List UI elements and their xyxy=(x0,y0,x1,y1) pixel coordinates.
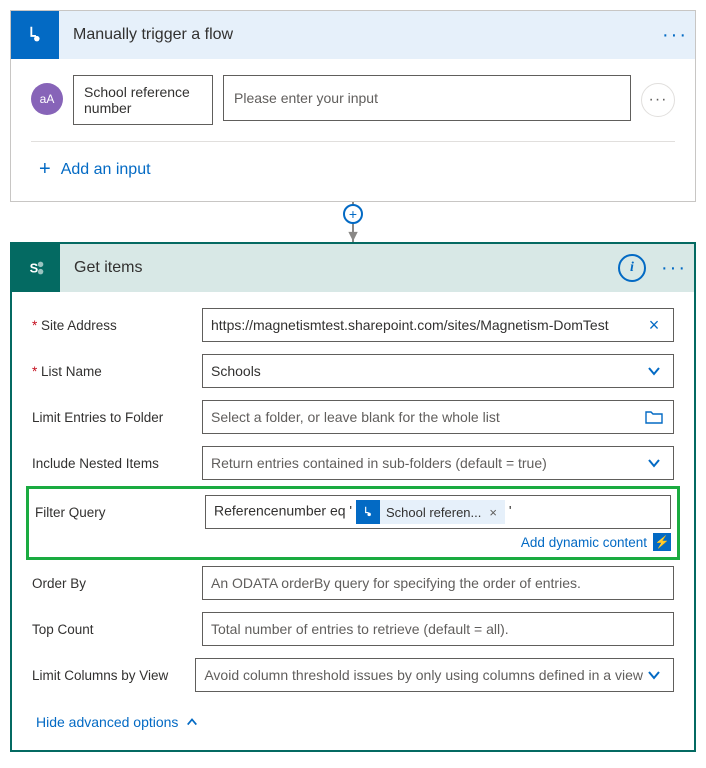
nested-placeholder: Return entries contained in sub-folders … xyxy=(211,455,643,471)
getitems-body: Site Address https://magnetismtest.share… xyxy=(12,292,694,750)
folder-icon[interactable] xyxy=(643,410,665,424)
info-icon[interactable]: i xyxy=(618,254,646,282)
filter-label: Filter Query xyxy=(35,505,205,520)
dynamic-content-icon: ⚡ xyxy=(653,533,671,551)
add-input-label: Add an input xyxy=(61,161,151,179)
list-name-label: List Name xyxy=(32,364,202,379)
trigger-body: aA School reference number Please enter … xyxy=(11,59,695,201)
getitems-header[interactable]: S Get items i ··· xyxy=(12,244,694,292)
topcount-label: Top Count xyxy=(32,622,202,637)
list-name-input[interactable]: Schools xyxy=(202,354,674,388)
nested-label: Include Nested Items xyxy=(32,456,202,471)
trigger-title: Manually trigger a flow xyxy=(59,26,655,44)
filter-input[interactable]: Referencenumber eq ' School referen... ×… xyxy=(205,495,671,529)
plus-icon: + xyxy=(39,158,51,181)
token-trigger-icon xyxy=(356,500,380,524)
limitview-label: Limit Columns by View xyxy=(32,668,195,683)
getitems-card: S Get items i ··· Site Address https://m… xyxy=(10,242,696,752)
topcount-input[interactable]: Total number of entries to retrieve (def… xyxy=(202,612,674,646)
add-step-button[interactable]: + xyxy=(343,204,363,224)
orderby-input[interactable]: An ODATA orderBy query for specifying th… xyxy=(202,566,674,600)
trigger-card: Manually trigger a flow ··· aA School re… xyxy=(10,10,696,202)
limit-folder-label: Limit Entries to Folder xyxy=(32,410,202,425)
filter-suffix: ' xyxy=(509,503,512,519)
input-name-field[interactable]: School reference number xyxy=(73,75,213,125)
input-value-field[interactable]: Please enter your input xyxy=(223,75,631,121)
hide-advanced-button[interactable]: Hide advanced options xyxy=(32,704,674,744)
token-label: School referen... xyxy=(386,505,481,520)
site-address-input[interactable]: https://magnetismtest.sharepoint.com/sit… xyxy=(202,308,674,342)
list-name-value: Schools xyxy=(211,363,643,379)
limit-folder-input[interactable]: Select a folder, or leave blank for the … xyxy=(202,400,674,434)
trigger-icon xyxy=(11,11,59,59)
filter-expression: Referencenumber eq ' School referen... ×… xyxy=(214,500,662,524)
limit-folder-placeholder: Select a folder, or leave blank for the … xyxy=(211,409,643,425)
orderby-label: Order By xyxy=(32,576,202,591)
filter-query-highlight: Filter Query Referencenumber eq ' School… xyxy=(26,486,680,560)
site-address-label: Site Address xyxy=(32,318,202,333)
token-remove-icon[interactable]: × xyxy=(487,505,499,520)
flow-connector: + ▼ xyxy=(10,202,696,242)
chevron-up-icon xyxy=(186,716,198,728)
arrow-down-icon: ▼ xyxy=(345,228,361,246)
chevron-down-icon[interactable] xyxy=(643,364,665,378)
limitview-placeholder: Avoid column threshold issues by only us… xyxy=(204,667,643,683)
input-value-placeholder: Please enter your input xyxy=(234,90,378,106)
site-address-value: https://magnetismtest.sharepoint.com/sit… xyxy=(211,317,643,333)
limitview-input[interactable]: Avoid column threshold issues by only us… xyxy=(195,658,674,692)
dynamic-token[interactable]: School referen... × xyxy=(356,500,505,524)
nested-input[interactable]: Return entries contained in sub-folders … xyxy=(202,446,674,480)
text-input-type-icon: aA xyxy=(31,83,63,115)
sharepoint-icon: S xyxy=(12,244,60,292)
filter-prefix: Referencenumber eq ' xyxy=(214,503,352,519)
clear-icon[interactable]: × xyxy=(643,315,665,336)
add-dynamic-label: Add dynamic content xyxy=(521,535,647,550)
getitems-more-button[interactable]: ··· xyxy=(654,257,694,280)
chevron-down-icon[interactable] xyxy=(643,668,665,682)
input-more-button[interactable]: ··· xyxy=(641,83,675,117)
add-input-button[interactable]: + Add an input xyxy=(31,152,675,195)
svg-text:S: S xyxy=(30,261,39,276)
add-dynamic-content-button[interactable]: Add dynamic content ⚡ xyxy=(35,533,671,551)
input-name-text: School reference number xyxy=(84,84,202,116)
topcount-placeholder: Total number of entries to retrieve (def… xyxy=(211,621,665,637)
trigger-more-button[interactable]: ··· xyxy=(655,24,695,47)
divider xyxy=(31,141,675,142)
getitems-title: Get items xyxy=(60,259,618,277)
orderby-placeholder: An ODATA orderBy query for specifying th… xyxy=(211,575,665,591)
trigger-header[interactable]: Manually trigger a flow ··· xyxy=(11,11,695,59)
hide-advanced-label: Hide advanced options xyxy=(36,714,178,730)
chevron-down-icon[interactable] xyxy=(643,456,665,470)
